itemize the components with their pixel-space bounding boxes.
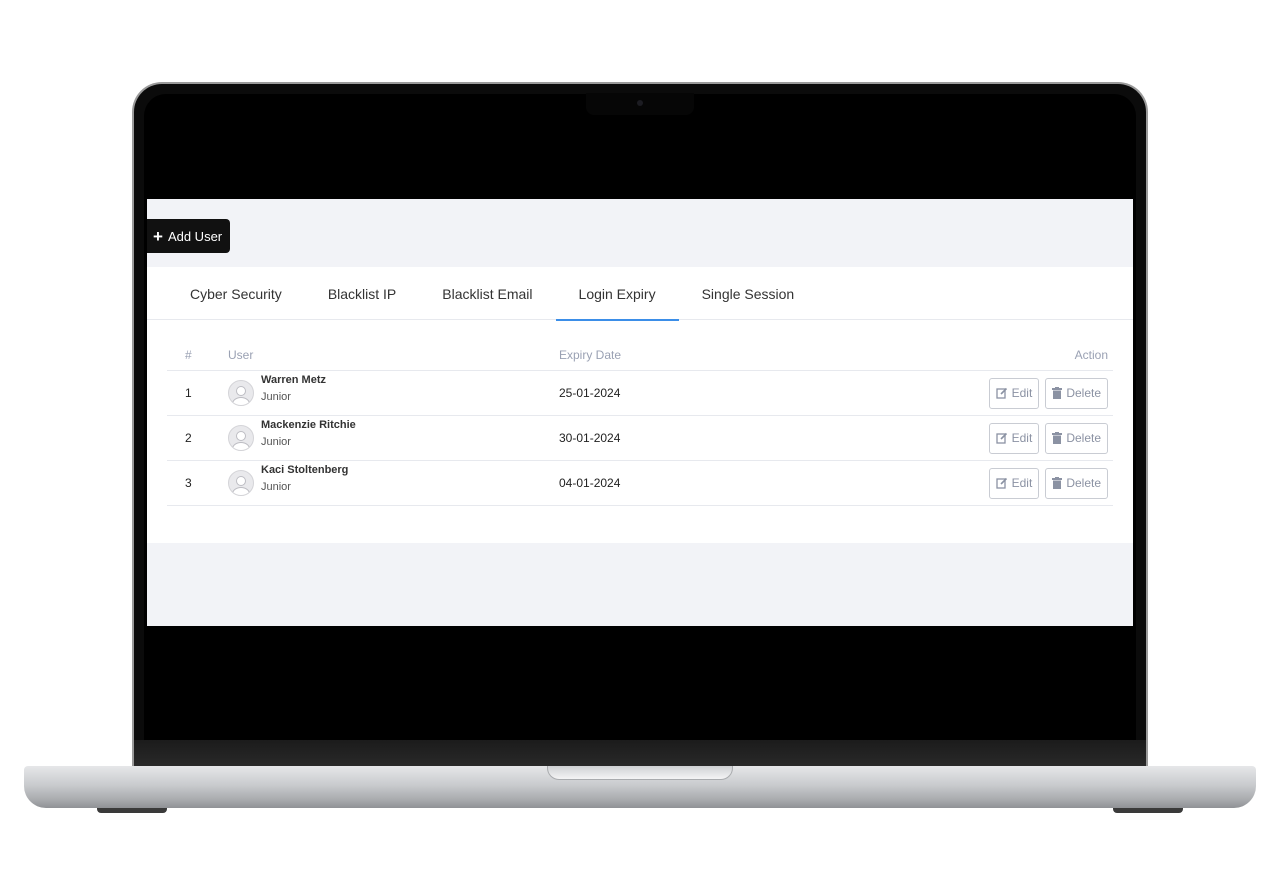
tab-single-session[interactable]: Single Session <box>679 267 818 320</box>
action-cell: Edit Delete <box>899 422 1113 454</box>
laptop-hinge <box>134 740 1146 768</box>
expiry-date: 25-01-2024 <box>559 386 621 400</box>
row-number: 2 <box>185 431 192 445</box>
tab-blacklist-email[interactable]: Blacklist Email <box>419 267 555 320</box>
laptop-opening-groove <box>547 766 733 780</box>
header-user: User <box>228 347 254 362</box>
tab-bar: Cyber Security Blacklist IP Blacklist Em… <box>147 267 1133 321</box>
tab-login-expiry[interactable]: Login Expiry <box>555 267 679 321</box>
tab-blacklist-ip[interactable]: Blacklist IP <box>305 267 419 320</box>
user-name: Kaci Stoltenberg <box>261 464 349 476</box>
edit-label: Edit <box>1011 386 1033 400</box>
table-row: 2 Mackenzie Ritchie Junior 30-01-2024 Ed… <box>167 416 1113 461</box>
edit-icon <box>995 387 1007 399</box>
user-name: Mackenzie Ritchie <box>261 419 356 431</box>
delete-label: Delete <box>1066 431 1101 445</box>
expiry-date: 30-01-2024 <box>559 431 621 445</box>
tab-cyber-security[interactable]: Cyber Security <box>167 267 305 320</box>
expiry-date: 04-01-2024 <box>559 476 621 490</box>
user-role: Junior <box>261 436 291 448</box>
edit-label: Edit <box>1011 476 1033 490</box>
trash-icon <box>1052 387 1063 399</box>
trash-icon <box>1052 477 1063 489</box>
avatar <box>228 425 254 451</box>
edit-icon <box>995 432 1007 444</box>
delete-button[interactable]: Delete <box>1045 377 1108 409</box>
add-user-button[interactable]: + Add User <box>147 219 231 253</box>
delete-button[interactable]: Delete <box>1045 422 1108 454</box>
action-cell: Edit Delete <box>899 377 1113 409</box>
user-role: Junior <box>261 391 291 403</box>
delete-label: Delete <box>1066 476 1101 490</box>
row-number: 1 <box>185 386 192 400</box>
login-expiry-table: # User Expiry Date Action 1 Warren Metz … <box>167 339 1113 506</box>
row-number: 3 <box>185 476 192 490</box>
avatar <box>228 380 254 406</box>
edit-icon <box>995 477 1007 489</box>
camera-icon <box>637 100 643 106</box>
user-cell: Warren Metz Junior <box>228 374 559 406</box>
edit-button[interactable]: Edit <box>988 467 1040 499</box>
delete-button[interactable]: Delete <box>1045 467 1108 499</box>
user-name: Warren Metz <box>261 374 326 386</box>
app-screen: + Add User Cyber Security Blacklist IP B… <box>147 199 1133 626</box>
user-role: Junior <box>261 481 291 493</box>
table-header: # User Expiry Date Action <box>167 339 1113 371</box>
settings-panel: Cyber Security Blacklist IP Blacklist Em… <box>147 267 1133 543</box>
header-num: # <box>185 347 192 362</box>
user-cell: Kaci Stoltenberg Junior <box>228 464 559 496</box>
add-user-label: Add User <box>167 228 223 244</box>
laptop-foot-left <box>97 808 167 813</box>
header-action: Action <box>1074 347 1108 362</box>
trash-icon <box>1052 432 1063 444</box>
edit-button[interactable]: Edit <box>988 377 1040 409</box>
table-row: 1 Warren Metz Junior 25-01-2024 Edit Del… <box>167 371 1113 416</box>
laptop-foot-right <box>1113 808 1183 813</box>
edit-button[interactable]: Edit <box>988 422 1040 454</box>
header-expiry-date: Expiry Date <box>559 347 622 362</box>
plus-icon: + <box>153 226 163 246</box>
user-cell: Mackenzie Ritchie Junior <box>228 419 559 451</box>
edit-label: Edit <box>1011 431 1033 445</box>
avatar <box>228 470 254 496</box>
action-cell: Edit Delete <box>899 467 1113 499</box>
table-row: 3 Kaci Stoltenberg Junior 04-01-2024 Edi… <box>167 461 1113 506</box>
delete-label: Delete <box>1066 386 1101 400</box>
